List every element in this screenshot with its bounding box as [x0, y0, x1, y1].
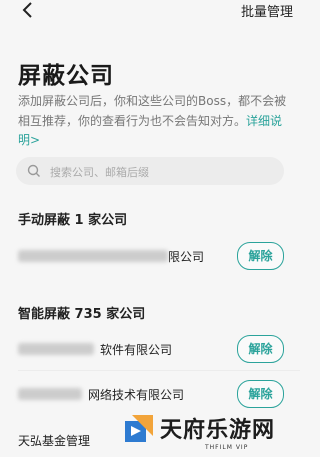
- search-placeholder: 搜索公司、邮箱后缀: [50, 166, 149, 179]
- blurred-company-name: [18, 343, 94, 355]
- watermark-subtext: THFILM VIP: [205, 444, 249, 451]
- watermark: 天府乐游网 THFILM VIP: [122, 410, 298, 456]
- company-name-suffix: 网络技术有限公司: [88, 388, 185, 402]
- smart-section-title: 智能屏蔽 735 家公司: [18, 307, 146, 322]
- company-name-suffix: 限公司: [168, 250, 205, 264]
- unblock-button[interactable]: 解除: [237, 380, 284, 408]
- unblock-button[interactable]: 解除: [237, 242, 284, 270]
- page-description: 添加屏蔽公司后，你和这些公司的Boss，都不会被相互推荐，你的查看行为也不会告知…: [18, 92, 290, 151]
- blurred-company-name: [18, 250, 168, 262]
- divider: [18, 370, 300, 371]
- search-icon: [27, 164, 40, 177]
- company-name: 天弘基金管理: [18, 434, 91, 448]
- list-item: 网络技术有限公司 解除: [0, 376, 300, 412]
- watermark-text: 天府乐游网: [160, 418, 276, 443]
- search-input[interactable]: 搜索公司、邮箱后缀: [16, 157, 284, 185]
- back-arrow-icon[interactable]: [20, 1, 36, 19]
- top-bar: 批量管理: [0, 0, 300, 26]
- company-name-suffix: 软件有限公司: [100, 343, 173, 357]
- batch-manage-button[interactable]: 批量管理: [241, 1, 293, 20]
- blurred-company-name: [18, 388, 82, 400]
- watermark-logo-icon: [125, 415, 153, 442]
- list-item: 限公司 解除: [0, 238, 300, 274]
- unblock-button[interactable]: 解除: [237, 335, 284, 363]
- list-item: 软件有限公司 解除: [0, 331, 300, 367]
- page-title: 屏蔽公司: [18, 63, 114, 89]
- manual-section-title: 手动屏蔽 1 家公司: [18, 213, 128, 228]
